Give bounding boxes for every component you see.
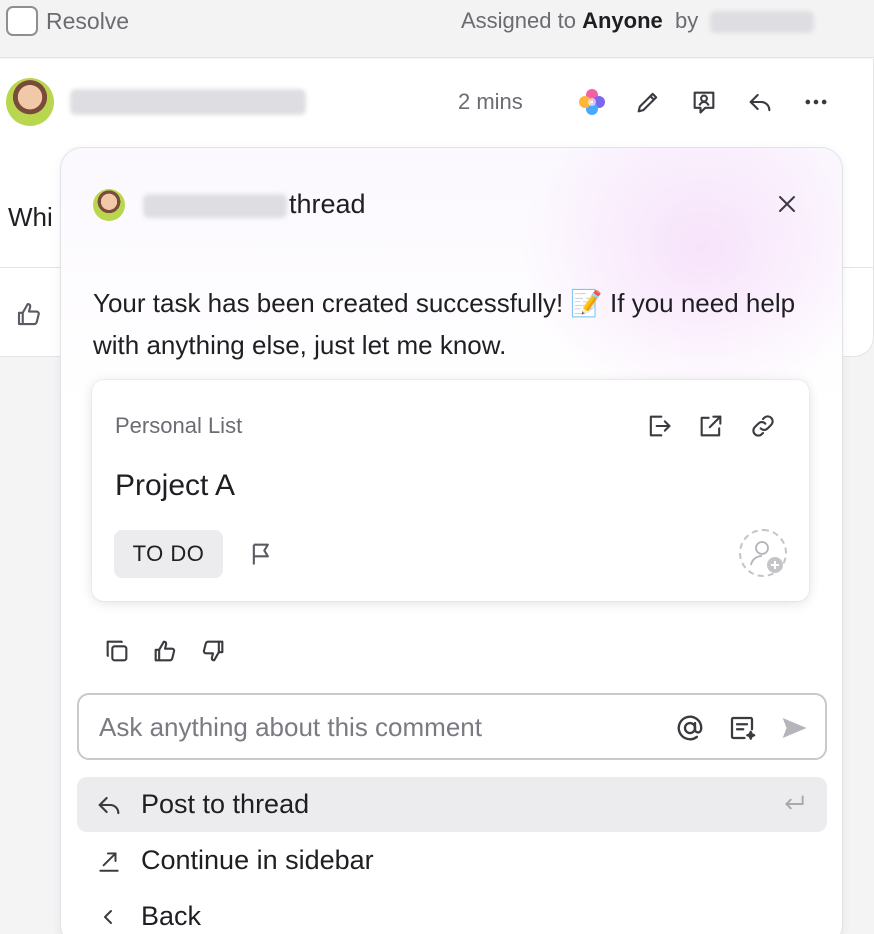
thread-author-name-blurred (143, 194, 287, 218)
resolve-checkbox[interactable] (6, 6, 38, 36)
task-title[interactable]: Project A (115, 469, 235, 503)
arrow-up-right-icon (93, 845, 125, 877)
author-name-blurred (70, 89, 306, 115)
like-icon[interactable] (14, 299, 44, 329)
assigned-by-label: by (675, 8, 699, 33)
enter-key-icon (781, 791, 807, 817)
move-task-icon[interactable] (643, 410, 675, 442)
priority-flag-icon[interactable] (246, 538, 278, 570)
ask-input[interactable] (99, 705, 659, 749)
copy-link-icon[interactable] (747, 410, 779, 442)
close-icon[interactable] (773, 190, 801, 218)
mention-at-icon[interactable] (673, 711, 707, 745)
task-status-pill[interactable]: TO DO (114, 530, 223, 578)
reply-icon[interactable] (743, 85, 777, 119)
comment-time: 2 mins (458, 89, 523, 114)
ai-doc-icon[interactable] (725, 711, 759, 745)
open-external-icon[interactable] (695, 410, 727, 442)
author-avatar[interactable] (6, 78, 54, 126)
add-assignee-button[interactable] (739, 529, 787, 577)
ask-input-box[interactable] (77, 693, 827, 760)
comment-text-preview: Whi (8, 202, 53, 232)
assigned-prefix: Assigned to (461, 8, 576, 33)
thread-popup: thread Your task has been created succes… (60, 147, 843, 934)
menu-back[interactable]: Back (77, 889, 827, 934)
thread-title: thread (289, 189, 366, 219)
menu-label: Post to thread (141, 789, 310, 819)
assigner-name-blurred (710, 11, 815, 34)
thumbs-up-icon[interactable] (149, 635, 181, 667)
reply-icon (93, 789, 125, 821)
more-options-icon[interactable] (799, 85, 833, 119)
menu-label: Back (141, 901, 202, 931)
ai-brain-icon[interactable] (575, 85, 609, 119)
task-list-name[interactable]: Personal List (115, 413, 242, 439)
assign-comment-icon[interactable] (687, 85, 721, 119)
copy-icon[interactable] (101, 635, 133, 667)
resolve-label[interactable]: Resolve (46, 8, 129, 35)
ai-message: Your task has been created successfully!… (93, 288, 796, 360)
thread-author-avatar (93, 189, 125, 221)
chevron-left-icon (93, 901, 125, 933)
assignee-name: Anyone (582, 8, 663, 33)
thumbs-down-icon[interactable] (197, 635, 229, 667)
assigned-to[interactable]: Assigned to Anyone by (461, 8, 815, 34)
menu-post-to-thread[interactable]: Post to thread (77, 777, 827, 832)
menu-continue-in-sidebar[interactable]: Continue in sidebar (77, 833, 827, 888)
resolve-bar: Resolve Assigned to Anyone by (0, 0, 874, 58)
task-card[interactable]: Personal List Project A TO DO (92, 380, 809, 601)
edit-pencil-icon[interactable] (631, 85, 665, 119)
send-icon[interactable] (777, 711, 811, 745)
menu-label: Continue in sidebar (141, 845, 374, 875)
